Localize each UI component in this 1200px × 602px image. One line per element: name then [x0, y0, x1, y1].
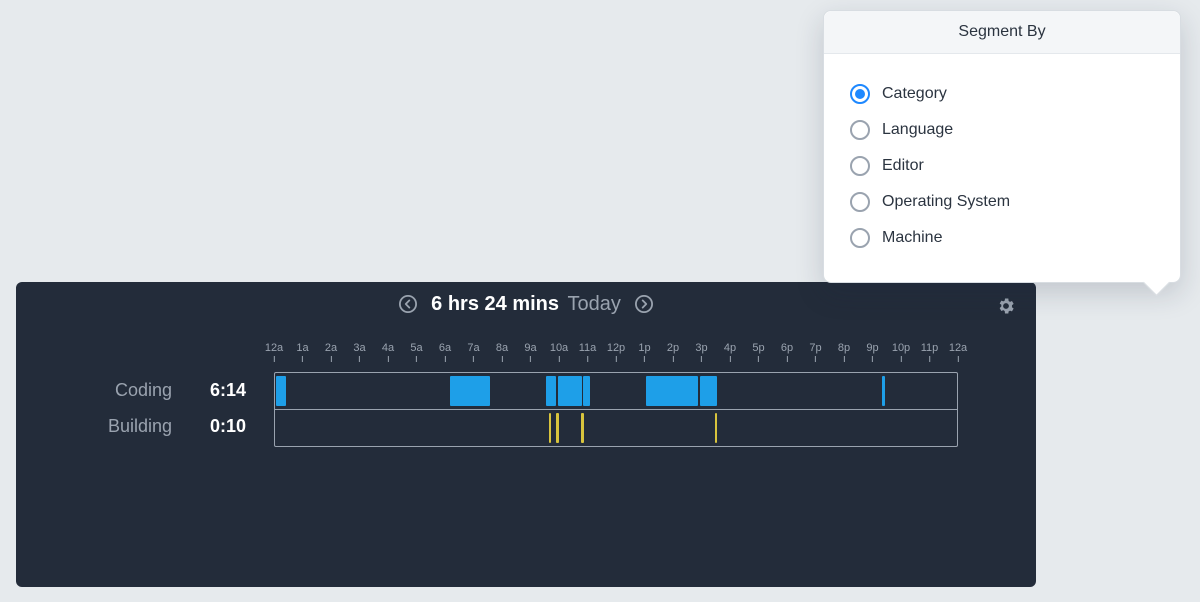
segment-option-machine[interactable]: Machine	[850, 220, 1154, 256]
row-label-coding: Coding 6:14	[16, 372, 274, 408]
segment[interactable]	[700, 376, 717, 406]
segment[interactable]	[646, 376, 699, 406]
timeline-area: 12a1a2a3a4a5a6a7a8a9a10a11a12p1p2p3p4p5p…	[274, 342, 958, 447]
radio-icon	[850, 228, 870, 248]
radio-icon	[850, 156, 870, 176]
timeline-rows	[274, 372, 958, 447]
axis-tick: 3a	[353, 342, 365, 362]
axis-tick: 6a	[439, 342, 451, 362]
segment[interactable]	[556, 413, 558, 443]
axis-tick: 4a	[382, 342, 394, 362]
axis-tick: 1a	[296, 342, 308, 362]
timeline-row-building	[275, 409, 957, 446]
popover-body: Category Language Editor Operating System Ma…	[824, 54, 1180, 282]
axis-tick: 9p	[866, 342, 878, 362]
segment[interactable]	[715, 413, 717, 443]
segment[interactable]	[276, 376, 286, 406]
axis-tick: 8a	[496, 342, 508, 362]
row-labels: Coding 6:14 Building 0:10	[16, 372, 274, 444]
segment-option-label: Language	[882, 121, 953, 139]
axis-tick: 12a	[265, 342, 283, 362]
axis-tick: 8p	[838, 342, 850, 362]
row-duration: 6:14	[200, 380, 246, 401]
radio-icon	[850, 84, 870, 104]
axis-tick: 5a	[410, 342, 422, 362]
segment[interactable]	[558, 376, 582, 406]
row-label-building: Building 0:10	[16, 408, 274, 444]
segment-option-label: Category	[882, 85, 947, 103]
segment-option-language[interactable]: Language	[850, 112, 1154, 148]
axis-tick: 2a	[325, 342, 337, 362]
segment-option-label: Editor	[882, 157, 924, 175]
gear-icon[interactable]	[996, 296, 1016, 316]
axis-tick: 6p	[781, 342, 793, 362]
segment[interactable]	[882, 376, 885, 406]
duration-sub: Today	[567, 293, 620, 315]
timeline-axis: 12a1a2a3a4a5a6a7a8a9a10a11a12p1p2p3p4p5p…	[274, 342, 958, 372]
axis-tick: 7a	[467, 342, 479, 362]
panel-header: 6 hrs 24 mins Today	[16, 282, 1036, 326]
timeline-row-coding	[275, 373, 957, 409]
next-day-button[interactable]	[635, 295, 653, 313]
radio-icon	[850, 120, 870, 140]
axis-tick: 10a	[550, 342, 568, 362]
segment-option-label: Machine	[882, 229, 942, 247]
axis-tick: 12p	[607, 342, 625, 362]
row-duration: 0:10	[200, 416, 246, 437]
row-name: Building	[108, 416, 172, 437]
axis-tick: 1p	[638, 342, 650, 362]
segment[interactable]	[581, 413, 583, 443]
axis-tick: 10p	[892, 342, 910, 362]
row-name: Coding	[115, 380, 172, 401]
segment-by-popover: Segment By Category Language Editor Operati…	[823, 10, 1181, 283]
axis-tick: 11a	[579, 342, 597, 362]
segment[interactable]	[546, 376, 556, 406]
timeline-panel: 6 hrs 24 mins Today Coding 6:14 Building 0:…	[16, 282, 1036, 587]
segment-option-operating-system[interactable]: Operating System	[850, 184, 1154, 220]
axis-tick: 9a	[524, 342, 536, 362]
duration-main: 6 hrs 24 mins	[431, 293, 559, 315]
axis-tick: 4p	[724, 342, 736, 362]
prev-day-button[interactable]	[399, 295, 417, 313]
segment[interactable]	[549, 413, 551, 443]
axis-tick: 3p	[695, 342, 707, 362]
segment-option-editor[interactable]: Editor	[850, 148, 1154, 184]
segment-option-category[interactable]: Category	[850, 76, 1154, 112]
axis-tick: 5p	[752, 342, 764, 362]
segment[interactable]	[583, 376, 590, 406]
popover-title: Segment By	[824, 11, 1180, 54]
axis-tick: 11p	[921, 342, 939, 362]
segment[interactable]	[450, 376, 490, 406]
radio-icon	[850, 192, 870, 212]
segment-option-label: Operating System	[882, 193, 1010, 211]
axis-tick: 12a	[949, 342, 967, 362]
axis-tick: 7p	[809, 342, 821, 362]
axis-tick: 2p	[667, 342, 679, 362]
duration-text: 6 hrs 24 mins Today	[431, 293, 621, 316]
